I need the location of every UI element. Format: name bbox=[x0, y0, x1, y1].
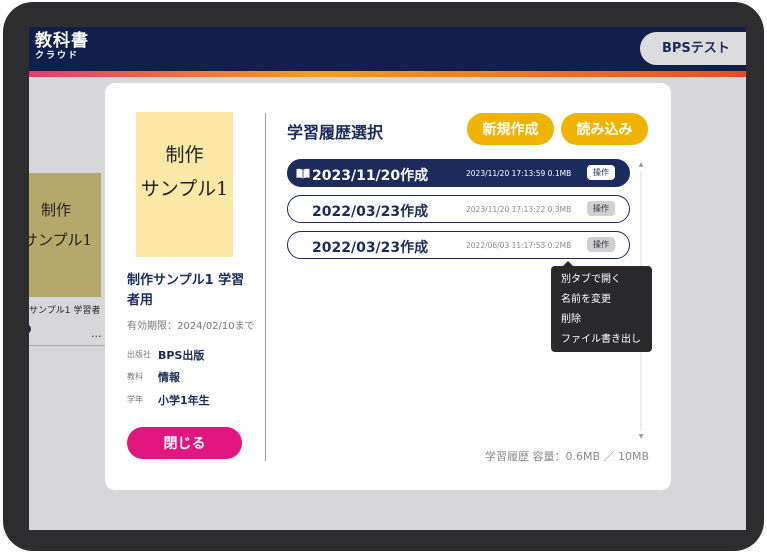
history-item[interactable]: 2023/11/20作成 2023/11/20 17:13:59 0.1MB 操… bbox=[287, 159, 630, 187]
history-item-info: 2023/11/20 17:13:22 0.3MB bbox=[466, 205, 572, 214]
book-title: 制作サンプル1 学習者用 bbox=[127, 273, 245, 308]
book-cover-line2: サンプル1 bbox=[140, 178, 229, 200]
scroll-up-icon[interactable]: ▲ bbox=[637, 161, 645, 168]
tablet-frame: 教科書 クラウド BPSテスト 制作 サンプル1 サンプル1 学習者 ... 制… bbox=[3, 2, 764, 551]
history-item-name: 2023/11/20作成 bbox=[312, 168, 429, 184]
grade-value: 小学1年生 bbox=[158, 394, 210, 407]
background-book-cover-line2: サンプル1 bbox=[29, 231, 93, 249]
history-item-name: 2022/03/23作成 bbox=[312, 204, 429, 220]
menu-item-open-new-tab[interactable]: 別タブで開く bbox=[551, 270, 652, 290]
history-item-info: 2023/11/20 17:13:59 0.1MB bbox=[466, 169, 572, 178]
history-item-operation-button[interactable]: 操作 bbox=[587, 165, 615, 180]
new-history-button[interactable]: 新規作成 bbox=[467, 113, 554, 145]
menu-item-rename[interactable]: 名前を変更 bbox=[551, 290, 652, 310]
history-item-operation-button[interactable]: 操作 bbox=[587, 201, 615, 216]
app-header: 教科書 クラウド BPSテスト bbox=[29, 27, 746, 71]
app-screen: 教科書 クラウド BPSテスト 制作 サンプル1 サンプル1 学習者 ... 制… bbox=[29, 27, 746, 530]
history-item-operation-button[interactable]: 操作 bbox=[587, 237, 615, 252]
menu-item-export-file[interactable]: ファイル書き出し bbox=[551, 330, 652, 350]
scroll-down-icon[interactable]: ▼ bbox=[637, 433, 645, 440]
background-status-dot bbox=[29, 324, 31, 334]
history-item[interactable]: 2022/03/23作成 2023/11/20 17:13:22 0.3MB 操… bbox=[287, 195, 630, 223]
load-history-button[interactable]: 読み込み bbox=[561, 113, 648, 145]
book-cover: 制作 サンプル1 bbox=[136, 112, 233, 257]
history-item-name: 2022/03/23作成 bbox=[312, 240, 429, 256]
background-book-label: サンプル1 学習者 bbox=[29, 306, 101, 316]
history-select-modal: 制作 サンプル1 制作サンプル1 学習者用 有効期限：2024/02/10まで … bbox=[105, 83, 671, 490]
publisher-value: BPS出版 bbox=[158, 349, 205, 362]
modal-divider bbox=[265, 113, 266, 461]
operation-context-menu: 別タブで開く 名前を変更 削除 ファイル書き出し bbox=[551, 261, 652, 352]
user-menu-button[interactable]: BPSテスト bbox=[640, 32, 746, 65]
background-more-icon: ... bbox=[91, 327, 102, 340]
logo-title: 教科書 bbox=[35, 31, 89, 51]
background-book-cover: 制作 サンプル1 bbox=[29, 173, 101, 297]
app-logo[interactable]: 教科書 クラウド bbox=[35, 33, 89, 61]
open-book-icon bbox=[296, 168, 310, 179]
history-item[interactable]: 2022/03/23作成 2022/06/03 11:17:53 0.2MB 操… bbox=[287, 231, 630, 259]
menu-item-delete[interactable]: 削除 bbox=[551, 310, 652, 330]
publisher-key: 出版社 bbox=[127, 350, 151, 359]
panel-title: 学習履歴選択 bbox=[287, 123, 384, 142]
subject-key: 教科 bbox=[127, 372, 143, 381]
background-divider bbox=[29, 345, 107, 346]
subject-value: 情報 bbox=[158, 371, 180, 384]
expiry-date: 有効期限：2024/02/10まで bbox=[127, 321, 255, 332]
background-book-cover-line1: 制作 bbox=[41, 201, 72, 219]
history-item-info: 2022/06/03 11:17:53 0.2MB bbox=[466, 241, 572, 250]
logo-subtitle: クラウド bbox=[35, 51, 80, 61]
book-cover-line1: 制作 bbox=[165, 144, 204, 166]
close-button[interactable]: 閉じる bbox=[127, 427, 242, 459]
storage-capacity: 学習履歴 容量：0.6MB ／ 10MB bbox=[485, 450, 650, 463]
grade-key: 学年 bbox=[127, 395, 143, 404]
